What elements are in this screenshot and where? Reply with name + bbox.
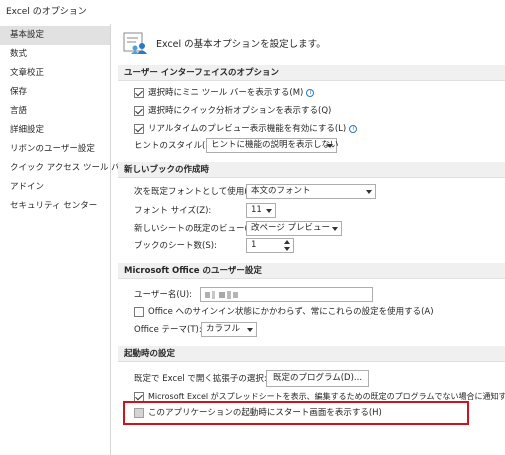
live-preview-label: リアルタイムのプレビュー表示機能を有効にする(L) bbox=[148, 124, 347, 134]
info-icon[interactable]: i bbox=[349, 125, 358, 133]
chevron-up-icon[interactable] bbox=[284, 240, 290, 244]
office-theme-label: Office テーマ(T): bbox=[134, 325, 202, 335]
chevron-down-icon[interactable] bbox=[284, 247, 290, 251]
always-use-checkbox[interactable] bbox=[134, 307, 144, 317]
chevron-down-icon bbox=[332, 227, 338, 231]
chevron-down-icon bbox=[247, 328, 253, 332]
sidebar-item-addins[interactable]: アドイン bbox=[0, 178, 110, 197]
file-extension-label: 既定で Excel で開く拡張子の選択: bbox=[134, 374, 267, 384]
sidebar-item-quick-access-toolbar[interactable]: クイック アクセス ツール バー bbox=[0, 159, 128, 178]
username-label: ユーザー名(U): bbox=[134, 290, 193, 300]
tooltip-style-label: ヒントのスタイル(R): bbox=[134, 141, 218, 151]
title-bar: Excel のオプション bbox=[0, 0, 505, 22]
live-preview-option[interactable]: リアルタイムのプレビュー表示機能を有効にする(L) i bbox=[134, 122, 358, 136]
font-size-label: フォント サイズ(Z): bbox=[134, 206, 212, 216]
main-panel: Excel の基本オプションを設定します。 ユーザー インターフェイスのオプショ… bbox=[112, 24, 505, 455]
show-start-screen-checkbox[interactable] bbox=[134, 408, 144, 418]
page-header: Excel の基本オプションを設定します。 bbox=[156, 39, 326, 50]
live-preview-checkbox[interactable] bbox=[134, 124, 144, 134]
default-view-label: 新しいシートの既定のビュー(V): bbox=[134, 224, 260, 234]
sidebar-item-general[interactable]: 基本設定 bbox=[0, 26, 110, 45]
always-use-label: Office へのサインイン状態にかかわらず、常にこれらの設定を使用する(A) bbox=[148, 307, 434, 317]
section-office-personalize: Microsoft Office のユーザー設定 bbox=[118, 263, 505, 279]
quick-analysis-label: 選択時にクイック分析オプションを表示する(Q) bbox=[148, 106, 332, 116]
notify-default-program-label: Microsoft Excel がスプレッドシートを表示、編集するための既定のプ… bbox=[148, 392, 505, 401]
font-size-select[interactable]: 11 bbox=[246, 203, 276, 218]
sidebar-item-language[interactable]: 言語 bbox=[0, 102, 110, 121]
mini-toolbar-option[interactable]: 選択時にミニ ツール バーを表示する(M) i bbox=[134, 86, 315, 100]
chevron-down-icon bbox=[266, 209, 272, 213]
sheet-count-value: 1 bbox=[251, 240, 257, 250]
section-startup: 起動時の設定 bbox=[118, 346, 505, 362]
sidebar: 基本設定 数式 文章校正 保存 言語 詳細設定 リボンのユーザー設定 クイック … bbox=[0, 24, 128, 455]
section-new-workbook: 新しいブックの作成時 bbox=[118, 162, 505, 178]
general-options-icon bbox=[123, 32, 147, 54]
mini-toolbar-checkbox[interactable] bbox=[134, 88, 144, 98]
default-font-label: 次を既定フォントとして使用(N): bbox=[134, 187, 261, 197]
info-icon[interactable]: i bbox=[306, 89, 315, 97]
tooltip-style-select[interactable]: ヒントに機能の説明を表示しない bbox=[206, 138, 339, 153]
redacted-username-image bbox=[205, 291, 238, 299]
sidebar-item-proofing[interactable]: 文章校正 bbox=[0, 64, 110, 83]
quick-analysis-checkbox[interactable] bbox=[134, 106, 144, 116]
default-font-select[interactable]: 本文のフォント bbox=[246, 184, 376, 199]
chevron-down-icon bbox=[327, 144, 333, 148]
sidebar-item-save[interactable]: 保存 bbox=[0, 83, 110, 102]
font-size-value: 11 bbox=[251, 205, 262, 215]
sidebar-item-trust-center[interactable]: セキュリティ センター bbox=[0, 197, 110, 216]
quick-analysis-option[interactable]: 選択時にクイック分析オプションを表示する(Q) bbox=[134, 104, 331, 118]
tooltip-style-value: ヒントに機能の説明を表示しない bbox=[211, 140, 339, 150]
section-ui-options: ユーザー インターフェイスのオプション bbox=[118, 65, 505, 81]
default-view-select[interactable]: 改ページ プレビュー bbox=[246, 221, 342, 236]
sidebar-item-advanced[interactable]: 詳細設定 bbox=[0, 121, 110, 140]
show-start-screen-label: このアプリケーションの起動時にスタート画面を表示する(H) bbox=[148, 408, 382, 418]
sidebar-item-customize-ribbon[interactable]: リボンのユーザー設定 bbox=[0, 140, 110, 159]
office-theme-value: カラフル bbox=[206, 324, 241, 334]
sidebar-item-formulas[interactable]: 数式 bbox=[0, 45, 110, 64]
window-title: Excel のオプション bbox=[6, 7, 87, 17]
show-start-screen-option[interactable]: このアプリケーションの起動時にスタート画面を表示する(H) bbox=[134, 406, 382, 420]
default-font-value: 本文のフォント bbox=[251, 186, 311, 196]
always-use-option[interactable]: Office へのサインイン状態にかかわらず、常にこれらの設定を使用する(A) bbox=[134, 305, 434, 319]
mini-toolbar-label: 選択時にミニ ツール バーを表示する(M) bbox=[148, 88, 304, 98]
default-view-value: 改ページ プレビュー bbox=[251, 223, 331, 233]
default-programs-button[interactable]: 既定のプログラム(D)... bbox=[266, 370, 370, 387]
office-theme-select[interactable]: カラフル bbox=[201, 322, 257, 337]
sheet-count-stepper[interactable]: 1 bbox=[246, 238, 294, 253]
chevron-down-icon bbox=[366, 190, 372, 194]
sheet-count-label: ブックのシート数(S): bbox=[134, 241, 217, 251]
